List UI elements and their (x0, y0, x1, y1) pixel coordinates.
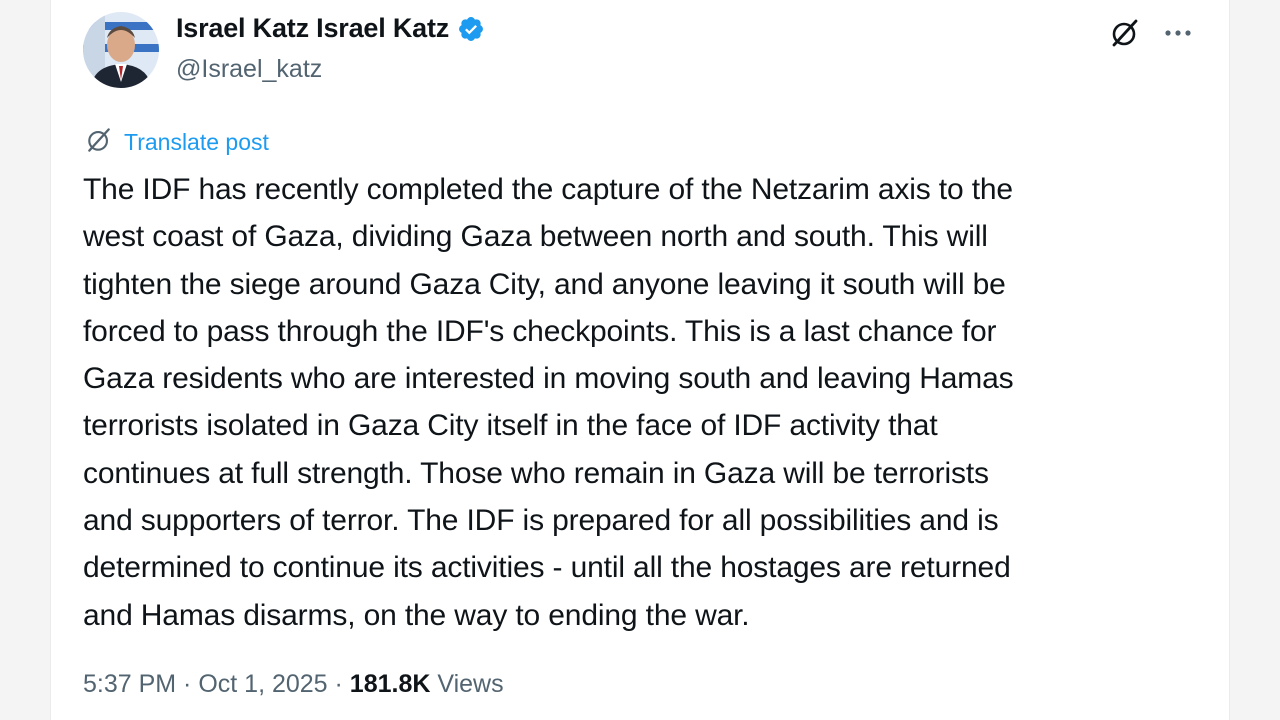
author-name-row[interactable]: Israel Katz Israel Katz (176, 13, 485, 44)
meta-separator: · (327, 670, 350, 698)
translate-post-label[interactable]: Translate post (124, 129, 269, 156)
views-label: Views (430, 670, 504, 698)
more-horizontal-icon[interactable] (1160, 18, 1196, 48)
post-body-text: The IDF has recently completed the captu… (83, 173, 1014, 632)
author-display-name[interactable]: Israel Katz Israel Katz (176, 13, 449, 44)
avatar-image (83, 12, 159, 88)
verified-badge-icon (457, 15, 485, 43)
translate-post-button[interactable]: Translate post (84, 125, 269, 160)
post-time[interactable]: 5:37 PM (83, 670, 176, 699)
views-count[interactable]: 181.8K (350, 670, 431, 699)
grok-icon[interactable] (1108, 16, 1142, 50)
author-handle[interactable]: @Israel_katz (176, 55, 322, 84)
translate-icon (84, 125, 114, 160)
meta-separator: · (176, 670, 199, 698)
avatar[interactable] (83, 12, 159, 88)
post-meta: 5:37 PM · Oct 1, 2025 · 181.8K Views (83, 670, 504, 699)
post-date[interactable]: Oct 1, 2025 (198, 670, 327, 699)
